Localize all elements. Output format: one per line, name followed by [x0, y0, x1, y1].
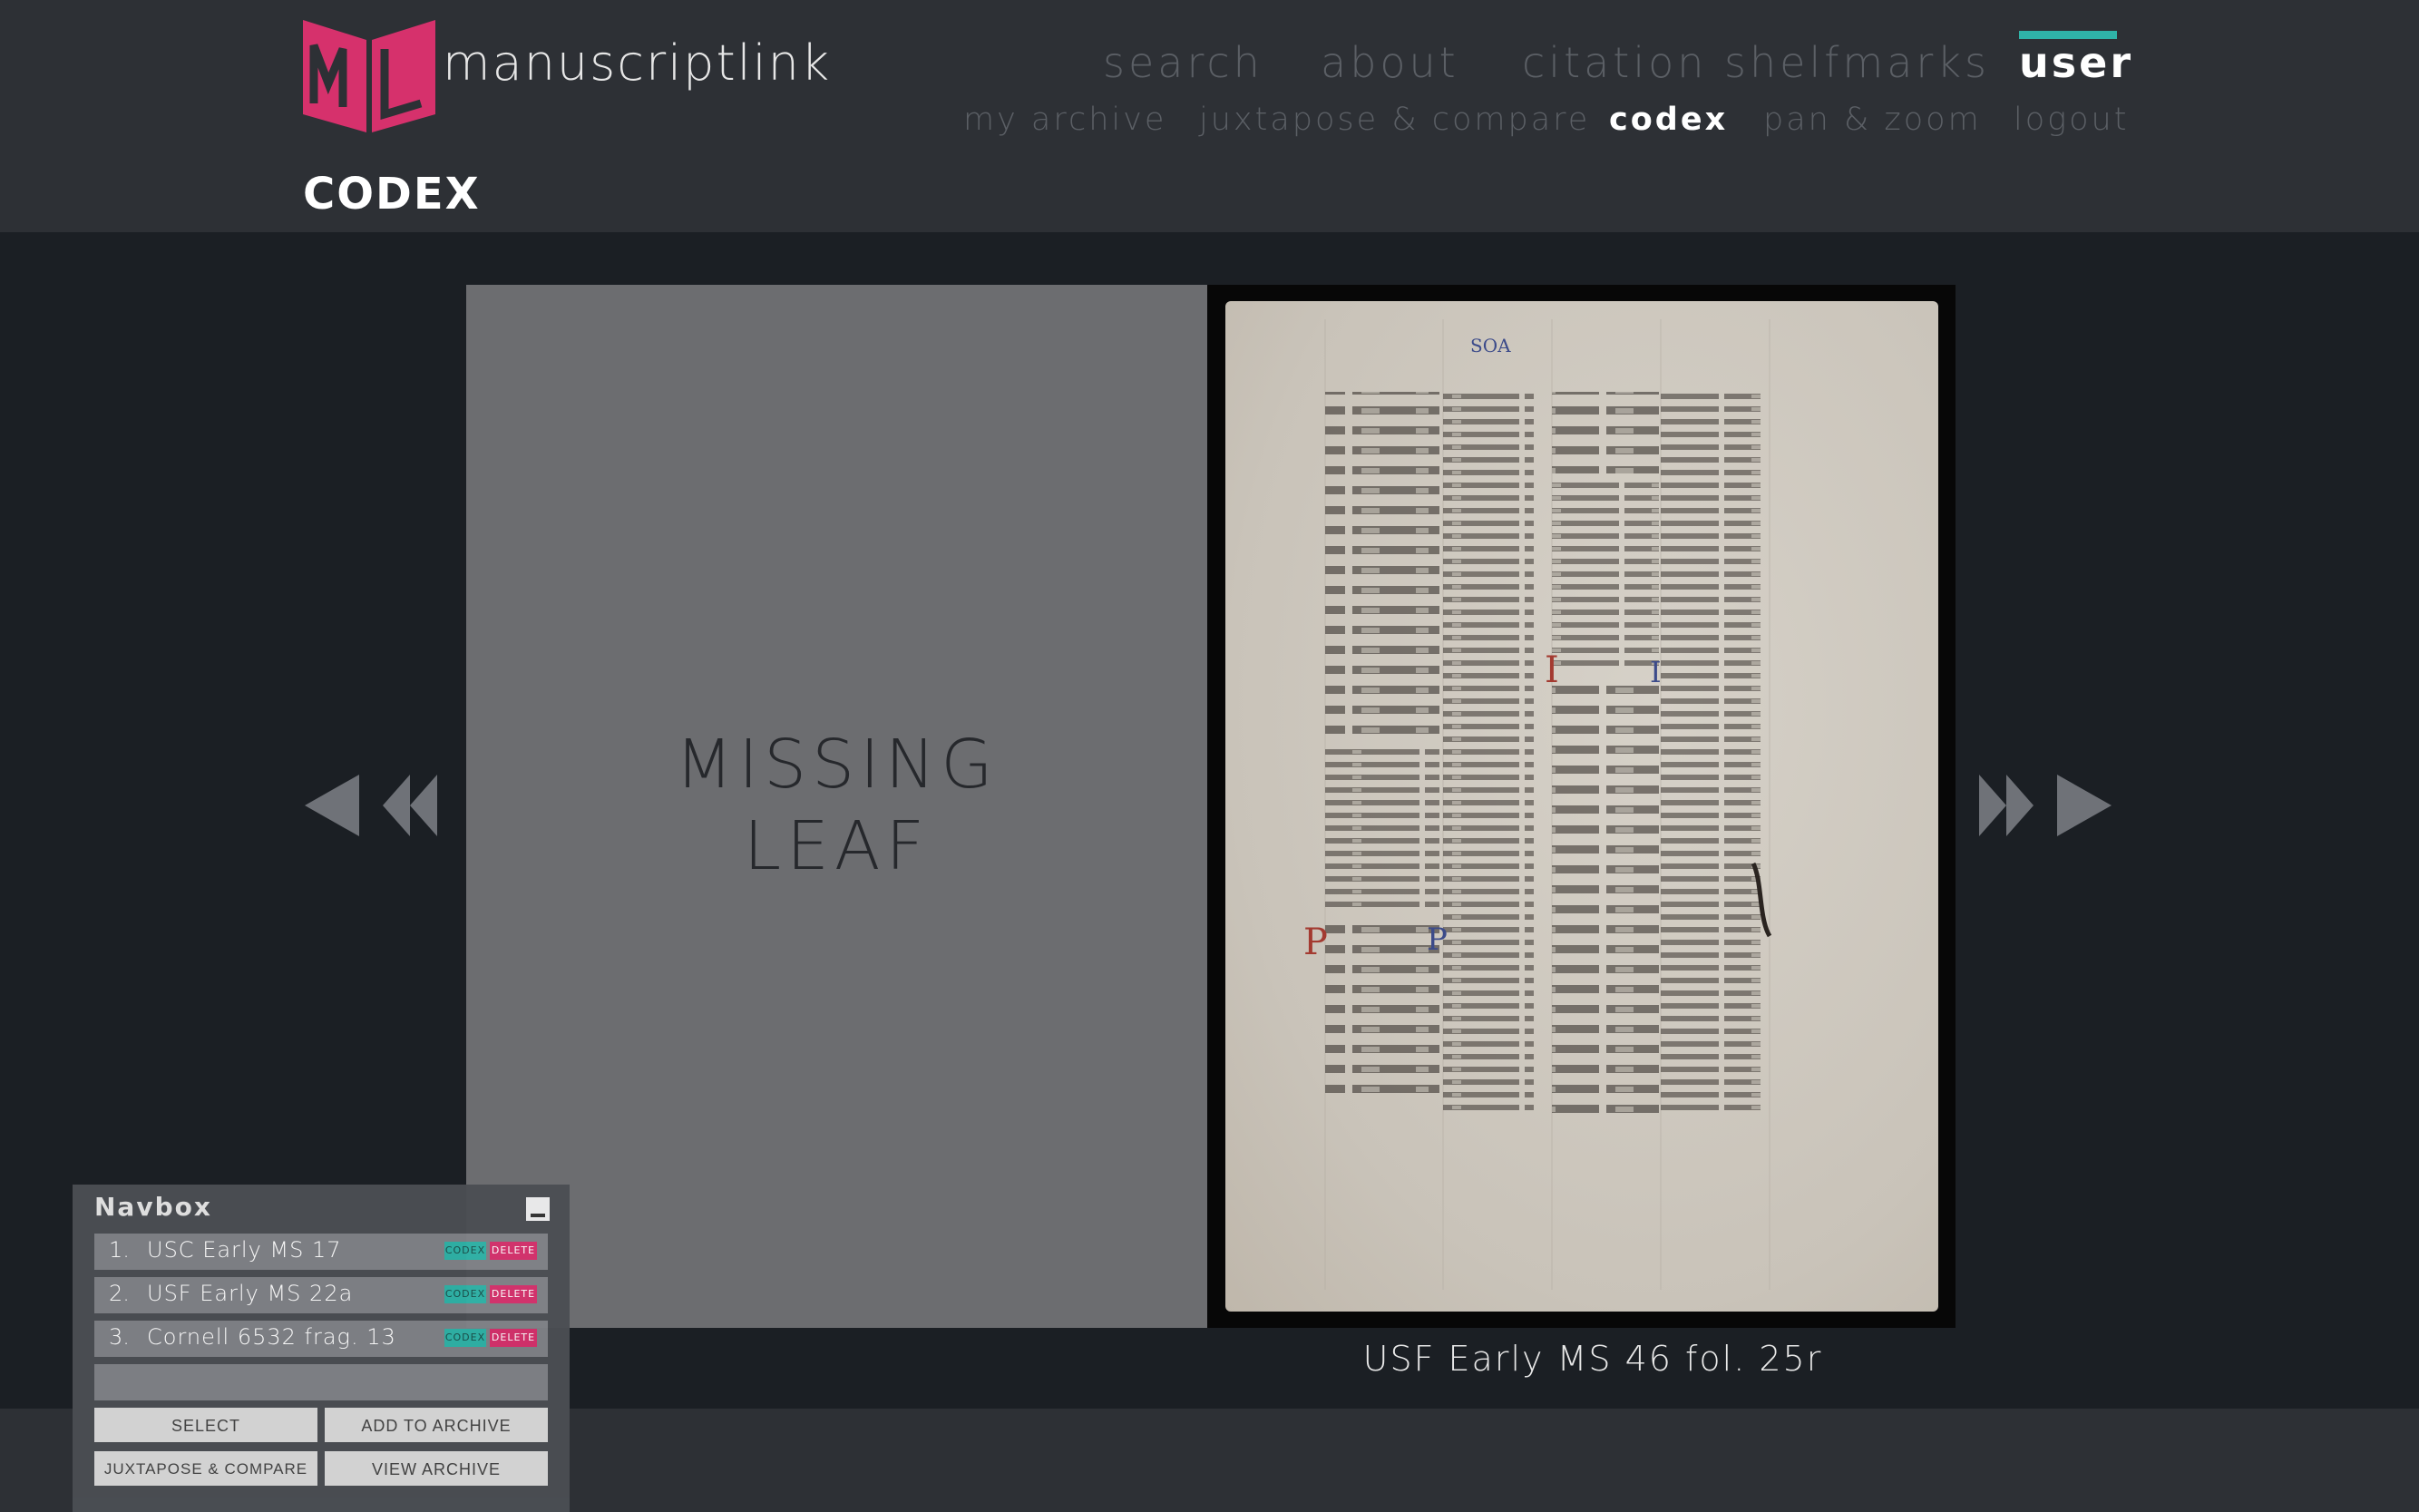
delete-badge-button[interactable]: DELETE [490, 1329, 537, 1347]
nav-my-archive[interactable]: my archive [963, 102, 1166, 138]
missing-leaf-line2: LEAF [743, 807, 931, 885]
missing-leaf-panel: MISSING LEAF [466, 285, 1207, 1328]
navbox-item-number: 1. [109, 1237, 130, 1263]
minimize-icon[interactable] [526, 1197, 550, 1221]
delete-badge-button[interactable]: DELETE [490, 1242, 537, 1260]
svg-text:SOA: SOA [1470, 335, 1511, 356]
navbox-empty-slot[interactable] [94, 1364, 548, 1400]
active-nav-indicator [2019, 31, 2117, 39]
top-header: manuscriptlink search about citation she… [0, 0, 2419, 232]
navbox-item[interactable]: 1. USC Early MS 17 CODEX DELETE [94, 1234, 548, 1270]
nav-about[interactable]: about [1321, 38, 1459, 87]
navbox-item-number: 3. [109, 1324, 130, 1350]
rewind-icon[interactable] [381, 773, 439, 838]
nav-juxtapose-compare[interactable]: juxtapose & compare [1199, 102, 1590, 138]
add-to-archive-button[interactable]: ADD TO ARCHIVE [325, 1408, 548, 1442]
prev-leaf-icon[interactable] [303, 773, 361, 838]
select-button[interactable]: SELECT [94, 1408, 317, 1442]
navbox-item-name: USF Early MS 22a [147, 1281, 354, 1306]
parchment: SOA I I P P [1225, 301, 1938, 1312]
next-leaf-icon[interactable] [2055, 773, 2113, 838]
view-archive-button[interactable]: VIEW ARCHIVE [325, 1451, 548, 1486]
leaf-caption: USF Early MS 46 fol. 25r [1362, 1339, 1823, 1379]
juxtapose-compare-button[interactable]: JUXTAPOSE & COMPARE [94, 1451, 317, 1486]
navbox-item[interactable]: 2. USF Early MS 22a CODEX DELETE [94, 1277, 548, 1313]
svg-text:P: P [1303, 922, 1328, 963]
codex-badge-button[interactable]: CODEX [444, 1285, 486, 1303]
nav-logout[interactable]: logout [2014, 102, 2129, 138]
nav-user[interactable]: user [2019, 38, 2133, 87]
codex-badge-button[interactable]: CODEX [444, 1329, 486, 1347]
brand-name[interactable]: manuscriptlink [443, 34, 831, 92]
navbox-panel[interactable]: Navbox 1. USC Early MS 17 CODEX DELETE 2… [73, 1185, 570, 1512]
fast-forward-icon[interactable] [1977, 773, 2035, 838]
svg-text:I: I [1545, 649, 1559, 691]
codex-badge-button[interactable]: CODEX [444, 1242, 486, 1260]
manuscriptlink-logo[interactable] [301, 20, 437, 132]
manuscript-text-image: SOA I I P P [1303, 319, 1772, 1290]
navbox-item-name: Cornell 6532 frag. 13 [147, 1324, 396, 1350]
page-title: CODEX [303, 169, 481, 219]
missing-leaf-line1: MISSING [675, 726, 999, 804]
navbox-item-number: 2. [109, 1281, 130, 1306]
navbox-item-name: USC Early MS 17 [147, 1237, 342, 1263]
svg-text:I: I [1650, 655, 1662, 689]
nav-citation-shelfmarks[interactable]: citation shelfmarks [1522, 38, 1990, 87]
navbox-title: Navbox [94, 1192, 212, 1222]
manuscript-leaf-image[interactable]: SOA I I P P [1207, 285, 1956, 1328]
nav-pan-zoom[interactable]: pan & zoom [1763, 102, 1982, 138]
navbox-item[interactable]: 3. Cornell 6532 frag. 13 CODEX DELETE [94, 1321, 548, 1357]
nav-search[interactable]: search [1103, 38, 1263, 87]
nav-codex[interactable]: codex [1609, 102, 1728, 138]
delete-badge-button[interactable]: DELETE [490, 1285, 537, 1303]
svg-text:P: P [1427, 922, 1448, 958]
